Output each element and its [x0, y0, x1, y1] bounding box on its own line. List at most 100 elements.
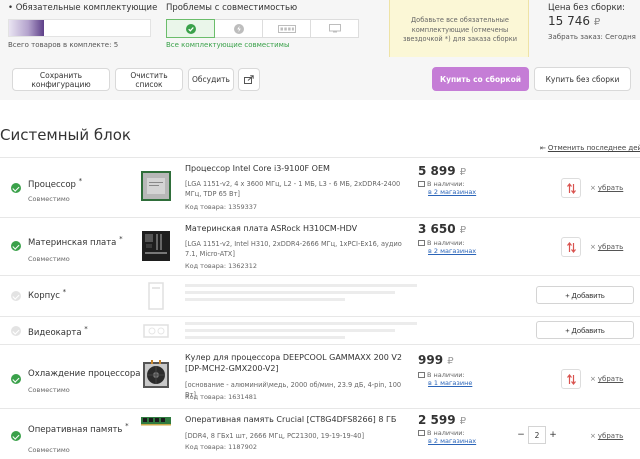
cpu-thumbnail[interactable] [140, 170, 172, 202]
quantity-value[interactable]: 2 [528, 426, 546, 444]
share-button[interactable] [238, 68, 260, 91]
swap-button[interactable] [561, 237, 581, 257]
stock-link[interactable]: в 2 магазинах [418, 188, 476, 196]
product-name[interactable]: Процессор Intel Core i3-9100F OEM [185, 163, 330, 174]
monitor-icon [328, 24, 341, 33]
summary-panel: • Обязательные комплектующие 2/8 Всего т… [0, 0, 640, 100]
remove-link[interactable]: × убрать [590, 375, 623, 383]
add-gpu-button[interactable]: + Добавить [536, 321, 634, 339]
skeleton-line [185, 291, 395, 294]
compatibility-title: Проблемы с совместимостью [166, 3, 298, 13]
stock-info: В наличии: в 2 магазинах [418, 239, 476, 255]
swap-button[interactable] [561, 369, 581, 389]
required-title-text: Обязательные комплектующие [15, 3, 158, 13]
category-name: Оперативная память * [28, 422, 129, 435]
category-name: Корпус * [28, 288, 67, 301]
close-icon: × [590, 243, 596, 251]
increase-button[interactable]: + [546, 426, 560, 444]
close-icon: × [590, 375, 596, 383]
save-config-button[interactable]: Сохранить конфигурацию [12, 68, 110, 91]
stock-info: В наличии: в 2 магазинах [418, 180, 476, 196]
compatible-check-icon [11, 431, 21, 441]
cooler-thumbnail[interactable] [140, 359, 172, 391]
swap-arrows-icon [566, 373, 576, 385]
swap-arrows-icon [566, 182, 576, 194]
total-price: 15 746 ₽ [548, 14, 600, 28]
pickup-label: Забрать заказ: Сегодня [548, 33, 636, 41]
skeleton-line [185, 329, 395, 332]
category-name: Материнская плата * [28, 235, 123, 248]
remove-link[interactable]: × убрать [590, 184, 623, 192]
required-progress-bar: 2/8 [8, 19, 151, 37]
total-items-count: Всего товаров в комплекте: 5 [8, 41, 119, 49]
compatible-check-icon [11, 241, 21, 251]
product-code: Код товара: 1362312 [185, 262, 258, 270]
store-icon [418, 240, 425, 246]
decrease-button[interactable]: − [514, 426, 528, 444]
compatibility-indicators [166, 19, 359, 38]
buy-assembled-button[interactable]: Купить со сборкой [432, 67, 529, 91]
product-code: Код товара: 1631481 [185, 393, 258, 401]
skeleton-line [185, 284, 417, 287]
product-name[interactable]: Материнская плата ASRock H310CM-HDV [185, 223, 357, 234]
category-status: Совместимо [28, 195, 70, 203]
product-name[interactable]: Кулер для процессора DEEPCOOL GAMMAXX 20… [185, 352, 413, 374]
compat-power-cell[interactable] [214, 19, 263, 38]
category-status: Совместимо [28, 446, 70, 454]
swap-button[interactable] [561, 178, 581, 198]
category-name: Процессор * [28, 177, 83, 190]
product-price: 5 899 ₽ [418, 164, 467, 178]
required-components-title: • Обязательные комплектующие [8, 3, 157, 13]
compatible-check-icon [11, 374, 21, 384]
ram-thumbnail[interactable] [140, 413, 172, 429]
skeleton-line [185, 322, 417, 325]
product-price: 2 599 ₽ [418, 413, 467, 427]
add-case-button[interactable]: + Добавить [536, 286, 634, 304]
remove-link[interactable]: × убрать [590, 243, 623, 251]
component-row-gpu: Видеокарта * + Добавить [0, 316, 640, 344]
stock-link[interactable]: в 2 магазинах [418, 247, 476, 255]
buy-unassembled-button[interactable]: Купить без сборки [534, 67, 631, 91]
skeleton-line [185, 298, 345, 301]
compat-connector-cell[interactable] [262, 19, 311, 38]
assembly-note-text: Добавьте все обязательные комплектующие … [402, 16, 518, 43]
product-price: 999 ₽ [418, 353, 454, 367]
discuss-button[interactable]: Обсудить [188, 68, 234, 91]
assembly-note: Добавьте все обязательные комплектующие … [389, 0, 529, 57]
stock-info: В наличии: в 2 магазинах [418, 429, 476, 445]
bullet-icon: • [8, 3, 16, 13]
section-title: Системный блок [0, 126, 131, 144]
required-progress-text: 2/8 [133, 23, 146, 32]
price-label: Цена без сборки: [548, 3, 626, 13]
swap-arrows-icon [566, 241, 576, 253]
remove-link[interactable]: × убрать [590, 432, 623, 440]
product-name[interactable]: Оперативная память Crucial [CT8G4DFS8266… [185, 414, 396, 425]
stock-link[interactable]: в 2 магазинах [418, 437, 476, 445]
share-icon [244, 75, 254, 84]
category-name: Охлаждение процессора * [28, 366, 147, 379]
action-bar: Сохранить конфигурацию Очистить список О… [0, 62, 640, 96]
component-row-cooler: Охлаждение процессора * Совместимо Кулер… [0, 344, 640, 408]
component-row-motherboard: Материнская плата * Совместимо Материнск… [0, 217, 640, 275]
close-icon: × [590, 184, 596, 192]
stock-info: В наличии: в 1 магазине [418, 371, 472, 387]
motherboard-thumbnail[interactable] [140, 230, 172, 262]
total-price-value: 15 746 [548, 14, 590, 28]
compatibility-status: Все комплектующие совместимы [166, 41, 290, 49]
quantity-stepper: − 2 + [514, 426, 562, 444]
compat-check-cell[interactable] [166, 19, 215, 38]
unselected-check-icon [11, 326, 21, 336]
compat-monitor-cell[interactable] [310, 19, 359, 38]
product-specs: [LGA 1151-v2, 4 x 3600 МГц, L2 - 1 МБ, L… [185, 180, 401, 198]
category-status: Совместимо [28, 386, 70, 394]
component-row-cpu: Процессор * Совместимо Процессор Intel C… [0, 157, 640, 217]
clear-list-button[interactable]: Очистить список [115, 68, 183, 91]
close-icon: × [590, 432, 596, 440]
required-progress-fill [9, 20, 45, 36]
product-code: Код товара: 1359337 [185, 203, 258, 211]
check-icon [185, 23, 196, 34]
stock-link[interactable]: в 1 магазине [418, 379, 472, 387]
undo-icon: ⇤ [540, 144, 546, 152]
undo-link[interactable]: ⇤Отменить последнее действие [540, 144, 640, 152]
case-placeholder-icon [148, 282, 164, 310]
